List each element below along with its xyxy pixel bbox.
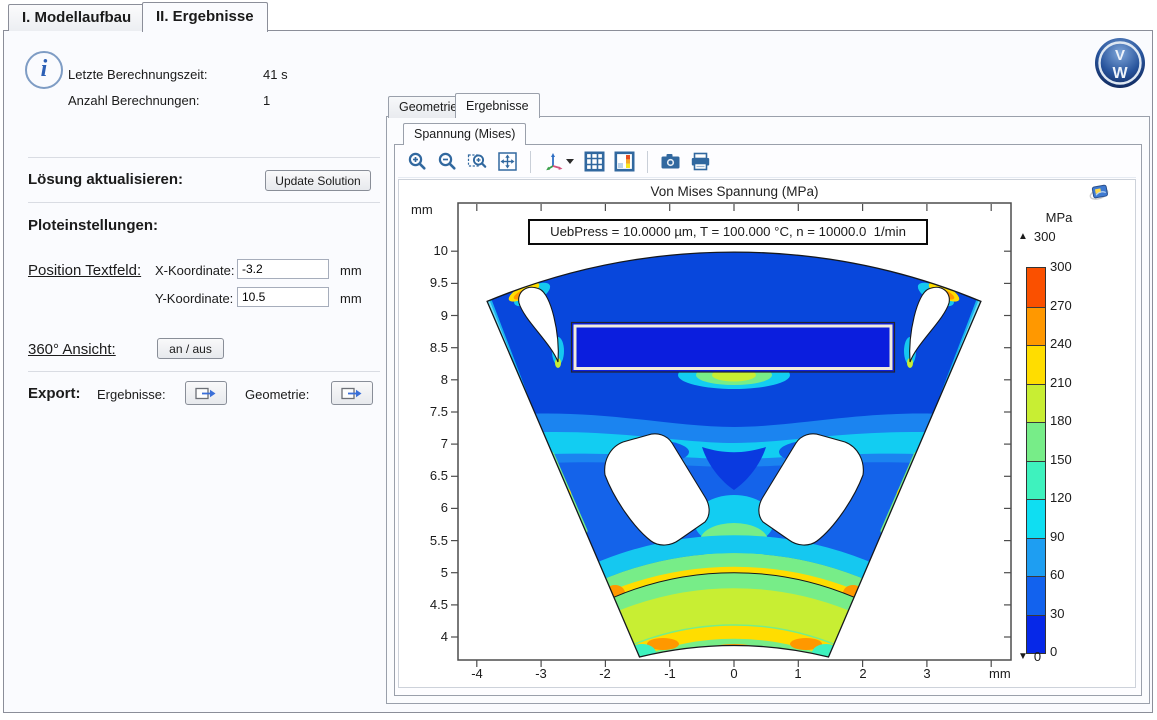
y-coordinate-label: Y-Koordinate:: [155, 291, 233, 306]
legend-max-marker: ▲ 300: [1018, 229, 1056, 244]
update-solution-button[interactable]: Update Solution: [265, 170, 371, 191]
export-icon: [195, 386, 217, 401]
divider: [28, 202, 380, 203]
graphics-canvas[interactable]: [448, 193, 1021, 670]
export-geometry-label: Geometrie:: [245, 387, 309, 402]
app-root: I. Modellaufbau II. Ergebnisse V W i Let…: [0, 0, 1157, 720]
y-unit-label: mm: [340, 291, 362, 306]
legend-toggle-icon[interactable]: [613, 150, 636, 173]
view-360-label: 360° Ansicht:: [28, 341, 116, 358]
print-icon[interactable]: [689, 150, 712, 173]
view-orientation-icon[interactable]: [542, 150, 576, 173]
x-coordinate-label: X-Koordinate:: [155, 263, 235, 278]
legend-tick-label: 120: [1050, 490, 1072, 505]
zoom-box-icon[interactable]: [466, 150, 489, 173]
update-solution-label: Lösung aktualisieren:: [28, 171, 183, 188]
legend-tick-label: 0: [1050, 644, 1057, 659]
triangle-up-icon: ▲: [1018, 231, 1028, 242]
tab-ergebnisse-main[interactable]: II. Ergebnisse: [142, 2, 268, 32]
export-heading: Export:: [28, 385, 81, 402]
tab-modellaufbau[interactable]: I. Modellaufbau: [8, 4, 145, 31]
vw-logo-icon: V W: [1094, 37, 1146, 89]
plot-settings-heading: Ploteinstellungen:: [28, 217, 158, 234]
legend-min-marker: ▼ 0: [1018, 649, 1041, 664]
y-tick-label: 5.5: [399, 533, 448, 548]
zoom-extents-icon[interactable]: [496, 150, 519, 173]
legend-tick-label: 240: [1050, 336, 1072, 351]
plot-corner-icon[interactable]: [1089, 181, 1111, 203]
divider: [28, 371, 380, 372]
plot-tab-spannung-mises[interactable]: Spannung (Mises): [403, 123, 526, 145]
y-tick-label: 6.5: [399, 468, 448, 483]
view-360-toggle-button[interactable]: an / aus: [157, 338, 224, 359]
calc-count-label: Anzahl Berechnungen:: [68, 93, 200, 108]
y-axis-unit: mm: [411, 202, 433, 217]
snapshot-camera-icon[interactable]: [659, 150, 682, 173]
plot-annotation: UebPress = 10.0000 µm, T = 100.000 °C, n…: [528, 219, 928, 245]
export-geometry-button[interactable]: [331, 381, 373, 405]
toolbar-separator: [530, 151, 531, 173]
textfield-position-label: Position Textfeld:: [28, 262, 141, 279]
triangle-down-icon: ▼: [1018, 651, 1028, 662]
y-tick-label: 4: [399, 629, 448, 644]
y-tick-label: 4.5: [399, 597, 448, 612]
toolbar-separator: [647, 151, 648, 173]
export-icon: [341, 386, 363, 401]
graphics-toolbar: [398, 146, 1136, 178]
legend-tick-label: 210: [1050, 375, 1072, 390]
last-calc-time-value: 41 s: [263, 67, 288, 82]
svg-text:V: V: [1115, 47, 1125, 64]
info-icon: i: [25, 51, 63, 89]
y-tick-label: 6: [399, 500, 448, 515]
legend-tick-label: 30: [1050, 606, 1064, 621]
x-coordinate-input[interactable]: [237, 259, 329, 279]
calc-count-value: 1: [263, 93, 270, 108]
legend-tick-label: 270: [1050, 298, 1072, 313]
grid-toggle-icon[interactable]: [583, 150, 606, 173]
viewer-tab-ergebnisse[interactable]: Ergebnisse: [455, 93, 540, 118]
zoom-in-icon[interactable]: [406, 150, 429, 173]
legend-tick-label: 90: [1050, 529, 1064, 544]
legend-tick-label: 180: [1050, 413, 1072, 428]
legend-tick-label: 60: [1050, 567, 1064, 582]
y-tick-label: 7.5: [399, 404, 448, 419]
y-tick-label: 5: [399, 565, 448, 580]
y-tick-label: 8.5: [399, 340, 448, 355]
legend-unit: MPa: [1029, 210, 1089, 225]
export-results-button[interactable]: [185, 381, 227, 405]
y-tick-label: 9.5: [399, 275, 448, 290]
color-scale-bar: [1026, 267, 1046, 654]
chevron-down-icon[interactable]: [566, 159, 574, 164]
zoom-out-icon[interactable]: [436, 150, 459, 173]
legend-tick-label: 300: [1050, 259, 1072, 274]
divider: [28, 157, 380, 158]
x-unit-label: mm: [340, 263, 362, 278]
y-tick-label: 9: [399, 308, 448, 323]
graphics-area: Von Mises Spannung (MPa) UebPress = 10.0…: [398, 179, 1136, 688]
export-results-label: Ergebnisse:: [97, 387, 166, 402]
legend-tick-label: 150: [1050, 452, 1072, 467]
y-tick-label: 8: [399, 372, 448, 387]
y-tick-label: 10: [399, 243, 448, 258]
y-coordinate-input[interactable]: [237, 287, 329, 307]
svg-text:W: W: [1112, 65, 1128, 82]
last-calc-time-label: Letzte Berechnungszeit:: [68, 67, 207, 82]
y-tick-label: 7: [399, 436, 448, 451]
